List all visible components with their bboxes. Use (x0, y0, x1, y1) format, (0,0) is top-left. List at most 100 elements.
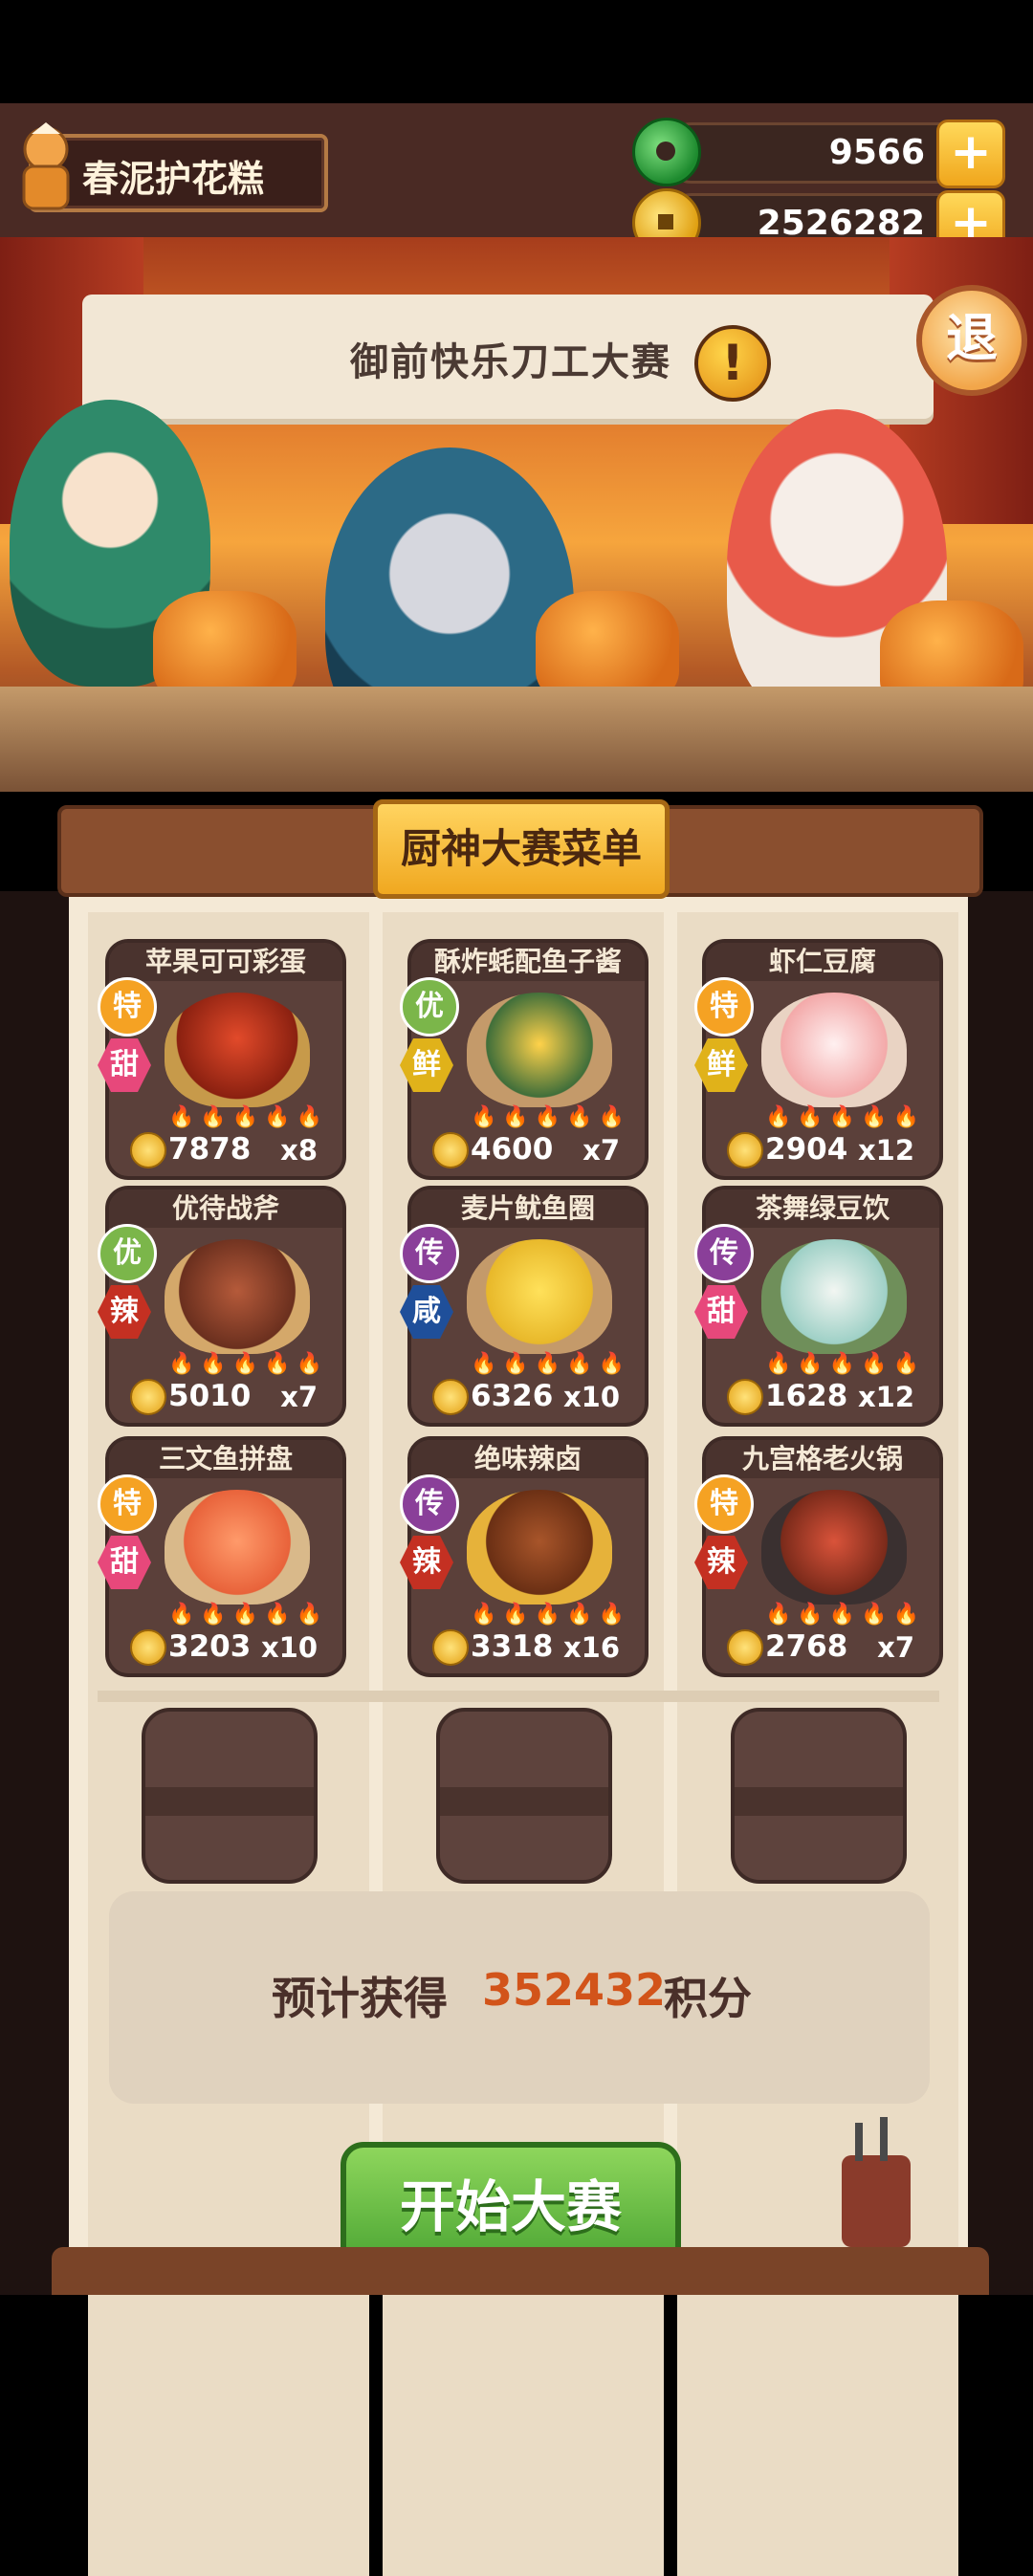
mountain-rail (0, 687, 1033, 792)
grade-badge: 特 (98, 977, 157, 1037)
dish-card[interactable]: 麦片鱿鱼圈 传 咸 🔥🔥🔥🔥🔥 6326 x10 (400, 1186, 648, 1427)
coin-icon (727, 1379, 763, 1415)
taste-badge: 咸 (400, 1285, 453, 1339)
exit-button[interactable]: 退 (916, 285, 1027, 396)
dish-price: 2768 (765, 1629, 848, 1664)
chef-avatar-icon (22, 122, 70, 210)
status-bar (0, 0, 1033, 103)
dish-name: 虾仁豆腐 (706, 943, 939, 981)
coin-icon (432, 1132, 469, 1168)
contest-banner: 御前快乐刀工大赛 ! (82, 295, 934, 419)
bottom-rail (52, 2247, 989, 2295)
dish-quantity: x10 (260, 1631, 318, 1664)
dish-price: 3318 (471, 1629, 554, 1664)
grade-badge: 优 (98, 1224, 157, 1283)
taste-badge: 甜 (98, 1038, 151, 1092)
add-jade-button[interactable]: + (936, 120, 1005, 188)
dish-card[interactable]: 虾仁豆腐 特 鲜 🔥🔥🔥🔥🔥 2904 x12 (694, 939, 943, 1180)
dish-image (761, 993, 907, 1107)
heat-flames: 🔥🔥🔥🔥🔥 (471, 1603, 630, 1626)
dish-quantity: x12 (857, 1134, 914, 1167)
dish-name: 苹果可可彩蛋 (109, 943, 342, 981)
dish-name: 九宫格老火锅 (706, 1440, 939, 1478)
grade-badge: 传 (694, 1224, 754, 1283)
grade-badge: 传 (400, 1474, 459, 1534)
dish-name: 麦片鱿鱼圈 (411, 1190, 645, 1228)
dish-price: 3203 (168, 1629, 252, 1664)
dish-price: 4600 (471, 1132, 554, 1167)
dish-quantity: x8 (280, 1134, 318, 1167)
dish-card[interactable]: 酥炸蚝配鱼子酱 优 鲜 🔥🔥🔥🔥🔥 4600 x7 (400, 939, 648, 1180)
dish-image (467, 1239, 612, 1354)
coin-icon (130, 1379, 166, 1415)
dish-price: 1628 (765, 1379, 848, 1413)
heat-flames: 🔥🔥🔥🔥🔥 (471, 1352, 630, 1376)
dish-card[interactable]: 茶舞绿豆饮 传 甜 🔥🔥🔥🔥🔥 1628 x12 (694, 1186, 943, 1427)
dish-image (761, 1239, 907, 1354)
taste-badge: 甜 (98, 1536, 151, 1589)
jade-amount: 9566 (828, 133, 925, 172)
heat-flames: 🔥🔥🔥🔥🔥 (765, 1105, 925, 1129)
menu-title: 厨神大赛菜单 (373, 799, 670, 899)
dish-quantity: x7 (582, 1134, 620, 1167)
dish-card[interactable]: 优待战斧 优 辣 🔥🔥🔥🔥🔥 5010 x7 (98, 1186, 346, 1427)
dish-image (165, 1239, 310, 1354)
side-wall-right (968, 891, 1033, 2295)
dish-name: 酥炸蚝配鱼子酱 (411, 943, 645, 981)
heat-flames: 🔥🔥🔥🔥🔥 (168, 1105, 328, 1129)
taste-badge: 鲜 (694, 1038, 748, 1092)
contest-stage: 御前快乐刀工大赛 ! 退 (0, 237, 1033, 792)
dish-card[interactable]: 九宫格老火锅 特 辣 🔥🔥🔥🔥🔥 2768 x7 (694, 1436, 943, 1677)
coin-icon (432, 1629, 469, 1666)
dish-quantity: x7 (877, 1631, 914, 1664)
dish-quantity: x7 (280, 1381, 318, 1413)
player-name: 春泥护花糕 (82, 158, 265, 200)
taste-badge: 鲜 (400, 1038, 453, 1092)
top-hud: 春泥护花糕 9566 + 2526282 + (0, 103, 1033, 259)
heat-flames: 🔥🔥🔥🔥🔥 (168, 1352, 328, 1376)
dish-image (165, 1490, 310, 1605)
taste-badge: 辣 (98, 1285, 151, 1339)
menu-divider (98, 1691, 939, 1702)
dish-card[interactable]: 三文鱼拼盘 特 甜 🔥🔥🔥🔥🔥 3203 x10 (98, 1436, 346, 1677)
grade-badge: 优 (400, 977, 459, 1037)
dish-card[interactable]: 苹果可可彩蛋 特 甜 🔥🔥🔥🔥🔥 7878 x8 (98, 939, 346, 1180)
dish-slot-empty[interactable] (436, 1708, 612, 1884)
grade-badge: 传 (400, 1224, 459, 1283)
player-name-plate[interactable]: 春泥护花糕 (22, 122, 328, 212)
dish-image (761, 1490, 907, 1605)
coin-icon (727, 1132, 763, 1168)
jade-currency-bar: 9566 + (632, 118, 1005, 188)
dish-price: 5010 (168, 1379, 252, 1413)
dish-name: 绝味辣卤 (411, 1440, 645, 1478)
heat-flames: 🔥🔥🔥🔥🔥 (471, 1105, 630, 1129)
dish-image (165, 993, 310, 1107)
taste-badge: 辣 (694, 1536, 748, 1589)
dish-name: 优待战斧 (109, 1190, 342, 1228)
knife-block-icon (842, 2117, 911, 2247)
coin-icon (130, 1629, 166, 1666)
coin-icon (130, 1132, 166, 1168)
estimate-label: 预计获得 (272, 1973, 448, 2024)
dish-slot-empty[interactable] (731, 1708, 907, 1884)
estimate-unit: 积分 (664, 1973, 752, 2024)
estimate-panel: 预计获得 352432 积分 (109, 1891, 930, 2104)
contest-info-icon[interactable]: ! (694, 325, 771, 402)
dish-slot-empty[interactable] (142, 1708, 318, 1884)
grade-badge: 特 (98, 1474, 157, 1534)
dish-card[interactable]: 绝味辣卤 传 辣 🔥🔥🔥🔥🔥 3318 x16 (400, 1436, 648, 1677)
taste-badge: 辣 (400, 1536, 453, 1589)
dish-quantity: x10 (562, 1381, 620, 1413)
dish-price: 6326 (471, 1379, 554, 1413)
dish-image (467, 993, 612, 1107)
heat-flames: 🔥🔥🔥🔥🔥 (765, 1603, 925, 1626)
coin-icon (432, 1379, 469, 1415)
dish-quantity: x16 (562, 1631, 620, 1664)
taste-badge: 甜 (694, 1285, 748, 1339)
coin-icon (727, 1629, 763, 1666)
dish-quantity: x12 (857, 1381, 914, 1413)
side-wall-left (0, 891, 69, 2295)
dish-price: 2904 (765, 1132, 848, 1167)
heat-flames: 🔥🔥🔥🔥🔥 (168, 1603, 328, 1626)
estimate-points: 352432 (482, 1964, 667, 2016)
